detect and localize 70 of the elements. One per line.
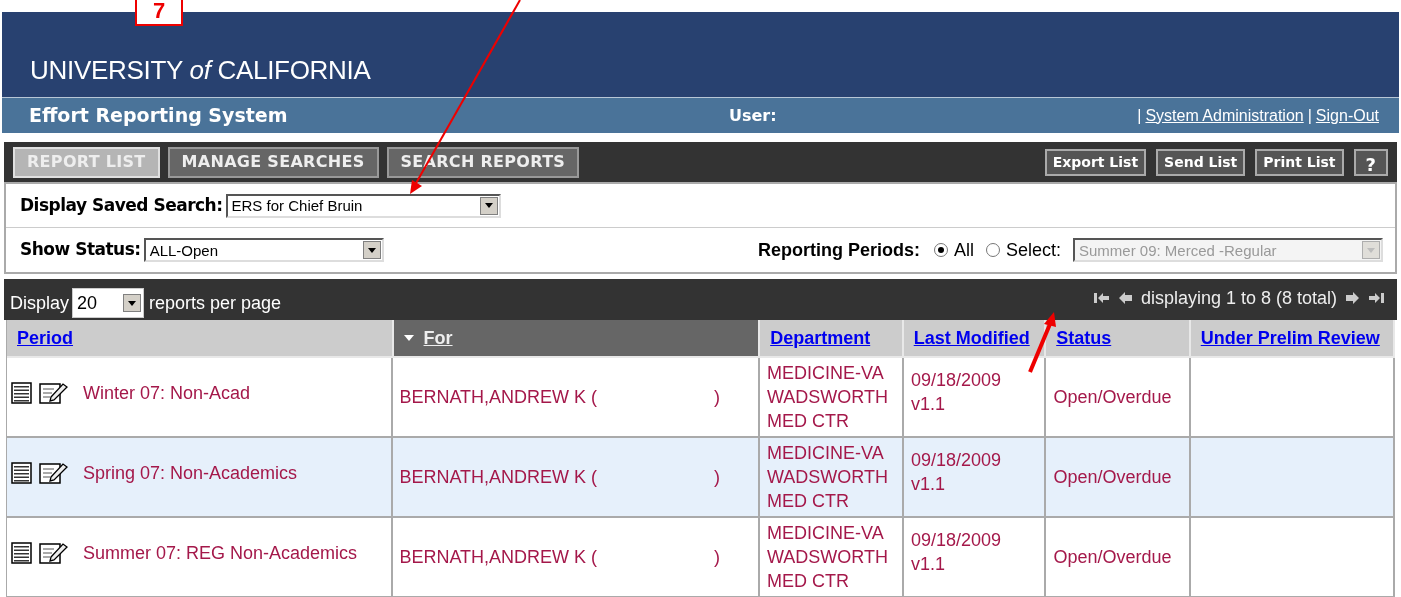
document-icon[interactable] — [11, 542, 33, 564]
user-label: User: — [729, 104, 777, 127]
next-page-icon[interactable] — [1343, 291, 1361, 305]
column-header[interactable]: Period — [7, 320, 394, 358]
period-cell-text: Spring 07: Non-Academics — [83, 462, 298, 485]
app-title: Effort Reporting System — [29, 103, 289, 129]
column-link[interactable]: Period — [17, 324, 73, 352]
separator-text: | — [1307, 105, 1312, 126]
name-cell-text: ) — [714, 466, 720, 489]
toolbar-button[interactable]: Print List — [1255, 148, 1344, 176]
field-label: Display Saved Search: — [20, 193, 223, 217]
column-header[interactable]: Under Prelim Review — [1190, 320, 1395, 358]
page-size-dropdown[interactable]: 20 — [72, 288, 145, 318]
name-cell-text: BERNATH,ANDREW K ( — [399, 386, 598, 409]
edit-icon[interactable] — [39, 462, 69, 484]
annotation-arrow — [1028, 312, 1056, 373]
radio-label: All — [953, 238, 974, 262]
tab[interactable]: MANAGE SEARCHES — [167, 146, 379, 178]
callout-label: 7 — [135, 0, 183, 26]
edit-icon[interactable] — [39, 542, 69, 564]
column-header[interactable]: Last Modified — [903, 320, 1047, 358]
help-button[interactable]: ? — [1353, 148, 1388, 176]
field-label: Show Status: — [20, 238, 141, 262]
pager-summary: displaying 1 to 8 (8 total) — [1140, 286, 1337, 310]
column-link[interactable]: Last Modified — [913, 324, 1030, 352]
date-cell-text: 09/18/2009 — [911, 369, 1003, 392]
dropdown[interactable]: ALL-Open — [143, 238, 384, 262]
document-icon[interactable] — [11, 382, 33, 404]
toolbar-button[interactable]: Export List — [1044, 148, 1147, 176]
version-cell-text: v1.1 — [911, 393, 947, 416]
first-page-icon[interactable] — [1092, 291, 1111, 305]
name-cell-text: ) — [714, 386, 720, 409]
university-logo: UNIVERSITY of CALIFORNIA — [30, 57, 371, 83]
dropdown[interactable]: ERS for Chief Bruin — [225, 193, 501, 218]
document-icon[interactable] — [11, 462, 33, 484]
department-cell-text: MEDICINE-VA WADSWORTH MED CTR — [767, 442, 889, 513]
radio-button[interactable] — [933, 243, 948, 257]
column-link[interactable]: Department — [770, 324, 871, 352]
department-cell-text: MEDICINE-VA WADSWORTH MED CTR — [767, 362, 889, 433]
field-label: Reporting Periods: — [757, 238, 920, 262]
name-cell-text: BERNATH,ANDREW K ( — [399, 466, 598, 489]
name-cell-text: BERNATH,ANDREW K ( — [399, 546, 598, 569]
sort-caret-icon — [403, 335, 414, 341]
period-cell-text: Winter 07: Non-Acad — [83, 382, 251, 405]
column-link[interactable]: For — [423, 324, 453, 352]
radio-label: Select: — [1005, 238, 1061, 262]
pager-label: Display — [10, 292, 70, 315]
pager-label: reports per page — [149, 292, 282, 315]
date-cell-text: 09/18/2009 — [911, 449, 1003, 472]
column-header[interactable]: For — [393, 320, 761, 358]
department-cell-text: MEDICINE-VA WADSWORTH MED CTR — [767, 522, 889, 593]
column-header[interactable]: Status — [1046, 320, 1191, 358]
status-cell-text: Open/Overdue — [1053, 546, 1172, 569]
nav-link[interactable]: Sign-Out — [1315, 103, 1379, 128]
date-cell-text: 09/18/2009 — [911, 529, 1003, 552]
nav-link[interactable]: System Administration — [1145, 103, 1304, 128]
period-cell-text: Summer 07: REG Non-Academics — [83, 542, 358, 565]
last-page-icon[interactable] — [1367, 291, 1385, 305]
status-cell-text: Open/Overdue — [1053, 466, 1172, 489]
radio-button[interactable] — [985, 243, 1000, 257]
column-link[interactable]: Status — [1056, 324, 1112, 352]
version-cell-text: v1.1 — [911, 473, 947, 496]
version-cell-text: v1.1 — [911, 553, 947, 576]
status-cell-text: Open/Overdue — [1053, 386, 1172, 409]
edit-icon[interactable] — [39, 382, 69, 404]
separator-text: | — [1137, 105, 1142, 126]
toolbar-button[interactable]: Send List — [1156, 148, 1246, 176]
name-cell-text: ) — [714, 546, 720, 569]
column-link[interactable]: Under Prelim Review — [1200, 324, 1380, 352]
column-header[interactable]: Department — [760, 320, 904, 358]
